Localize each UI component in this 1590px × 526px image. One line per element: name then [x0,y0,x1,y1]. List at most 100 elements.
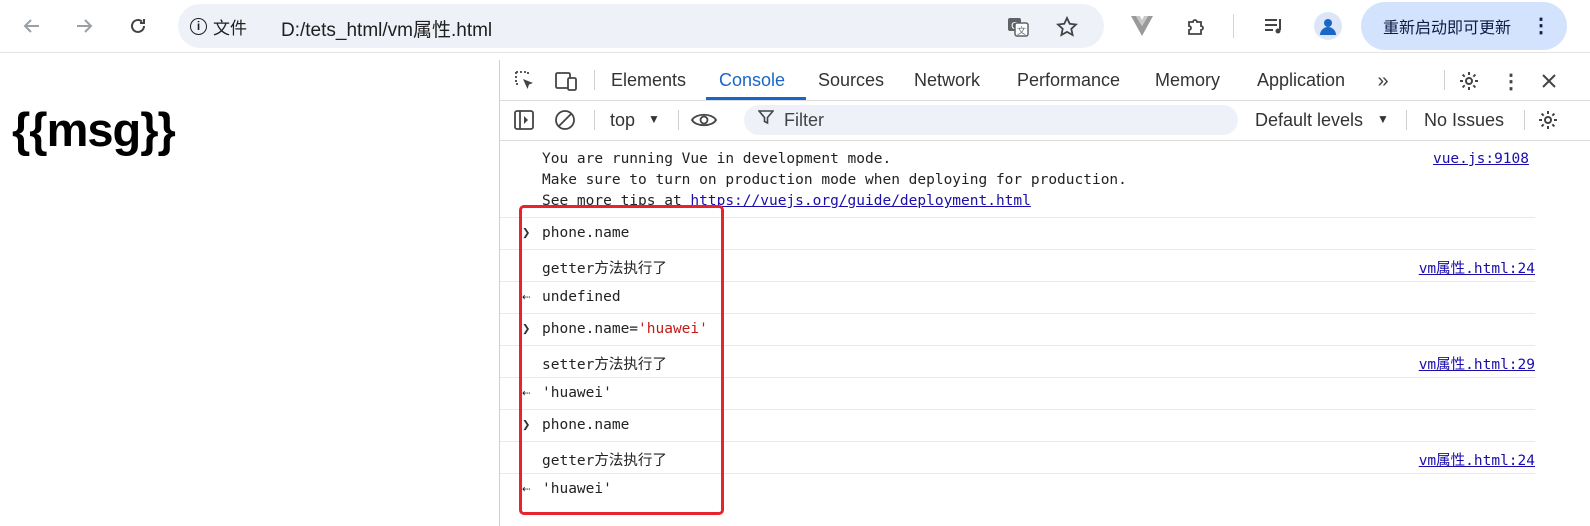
console-log-text: getter方法执行了 [542,453,667,469]
address-bar[interactable]: i 文件 D:/tets_html/vm属性.html G文 [178,4,1104,48]
inspect-icon [515,71,533,89]
device-toolbar-button[interactable] [552,68,580,94]
queue-music-icon [1265,19,1281,34]
tab-sources[interactable]: Sources [818,70,884,91]
console-settings-button[interactable] [1536,108,1560,132]
context-label: top [610,110,636,130]
tab-divider [594,70,595,90]
puzzle-icon [1188,19,1204,35]
translate-button[interactable]: G文 [1005,14,1031,40]
inspect-element-button[interactable] [512,68,538,94]
console-result-text: undefined [542,289,621,305]
tab-divider [1444,70,1445,90]
tab-network[interactable]: Network [914,70,980,91]
source-link[interactable]: vm属性.html:24 [1419,257,1535,278]
log-levels-label: Default levels [1255,110,1364,130]
tab-elements[interactable]: Elements [611,70,686,91]
site-info-button[interactable]: i 文件 [190,13,247,39]
tab-console[interactable]: Console [719,70,785,91]
active-tab-indicator [706,97,806,100]
more-tabs-chevron-icon[interactable]: » [1370,68,1396,94]
relaunch-update-button[interactable]: 重新启动即可更新 ⋮ [1361,2,1567,50]
return-arrow-icon: ⇠ [522,289,531,305]
console-input-text: phone.name [542,225,630,241]
vue-devtools-extension[interactable] [1126,10,1158,42]
clear-console-button[interactable] [553,108,577,132]
console-log-text: getter方法执行了 [542,261,667,277]
chevron-right-icon: ❯ [522,417,531,433]
console-log-text: setter方法执行了 [542,357,667,373]
reload-icon [131,18,145,33]
console-filter-input[interactable]: Filter [744,105,1238,135]
dropdown-arrow-icon: ▼ [648,112,660,126]
console-result-row: ⇠ 'huawei' [500,377,1535,410]
site-info-label: 文件 [213,18,247,38]
console-input-row: ❯ phone.name [500,217,1535,250]
console-input-row: ❯ phone.name [500,409,1535,442]
console-log-row: getter方法执行了 vm属性.html:24 [500,249,1535,282]
console-log-row: setter方法执行了 vm属性.html:29 [500,345,1535,378]
dropdown-arrow-icon: ▼ [1377,112,1389,126]
eye-icon [691,113,717,127]
console-result-text: 'huawei' [542,481,612,497]
console-output: You are running Vue in development mode.… [500,141,1590,526]
vue-logo-icon [1131,16,1153,36]
relaunch-label: 重新启动即可更新 [1383,20,1512,37]
customize-menu-icon[interactable]: ⋮ [1498,68,1524,94]
page-heading: {{msg}} [12,103,176,156]
close-devtools-button[interactable] [1536,68,1562,94]
console-input-string: 'huawei' [638,321,708,337]
arrow-right-icon [77,19,93,33]
profile-avatar[interactable] [1314,12,1342,40]
translate-icon: G文 [1008,18,1029,37]
back-button[interactable] [16,10,48,42]
console-message-line: You are running Vue in development mode. [542,151,892,167]
deployment-guide-link[interactable]: https://vuejs.org/guide/deployment.html [690,193,1030,209]
toolbar-divider [1233,14,1234,38]
more-vert-icon[interactable]: ⋮ [1531,13,1551,39]
return-arrow-icon: ⇠ [522,481,531,497]
bar-divider [1524,110,1525,130]
return-arrow-icon: ⇠ [522,385,531,401]
console-input-text: phone.name [542,417,630,433]
tips-prefix: See more tips at [542,193,691,209]
tab-application[interactable]: Application [1257,70,1345,91]
console-input-code: phone.name= [542,321,639,337]
console-result-row: ⇠ 'huawei' [500,473,1535,506]
url-text[interactable]: D:/tets_html/vm属性.html [281,15,492,42]
console-message-line: See more tips at https://vuejs.org/guide… [542,193,1031,209]
star-icon [1056,16,1078,37]
issues-counter[interactable]: No Issues [1424,110,1504,131]
source-link[interactable]: vm属性.html:29 [1419,353,1535,374]
info-icon: i [190,17,207,35]
tab-performance[interactable]: Performance [1017,70,1120,91]
svg-text:文: 文 [1017,25,1026,37]
source-link[interactable]: vm属性.html:24 [1419,449,1535,470]
sidebar-icon [514,110,534,130]
bookmark-button[interactable] [1054,14,1080,40]
console-input-row: ❯ phone.name='huawei' [500,313,1535,346]
chevron-right-icon: ❯ [522,321,531,337]
console-result-text: 'huawei' [542,385,612,401]
extensions-button[interactable] [1180,10,1212,42]
live-expression-button[interactable] [689,108,719,132]
settings-button[interactable] [1456,68,1482,94]
devtools-tab-bar: Elements Console Sources Network Perform… [500,60,1590,101]
bar-divider [1406,110,1407,130]
reload-button[interactable] [122,10,154,42]
chevron-right-icon: ❯ [522,225,531,241]
page-viewport: {{msg}} [0,53,499,526]
forward-button[interactable] [68,10,100,42]
devtools-panel: Elements Console Sources Network Perform… [499,60,1590,526]
browser-toolbar: i 文件 D:/tets_html/vm属性.html G文 重新启动即可更新 … [0,0,1590,53]
tab-memory[interactable]: Memory [1155,70,1220,91]
console-input-text: phone.name='huawei' [542,321,708,337]
media-controls-button[interactable] [1258,10,1290,42]
console-message-line: Make sure to turn on production mode whe… [542,172,1127,188]
bar-divider [678,110,679,130]
block-icon [555,110,575,130]
gear-icon [1460,72,1478,90]
show-sidebar-button[interactable] [512,108,536,132]
console-toolbar: top ▼ Filter Default levels ▼ No Issues [500,101,1590,141]
source-link[interactable]: vue.js:9108 [1433,151,1529,167]
